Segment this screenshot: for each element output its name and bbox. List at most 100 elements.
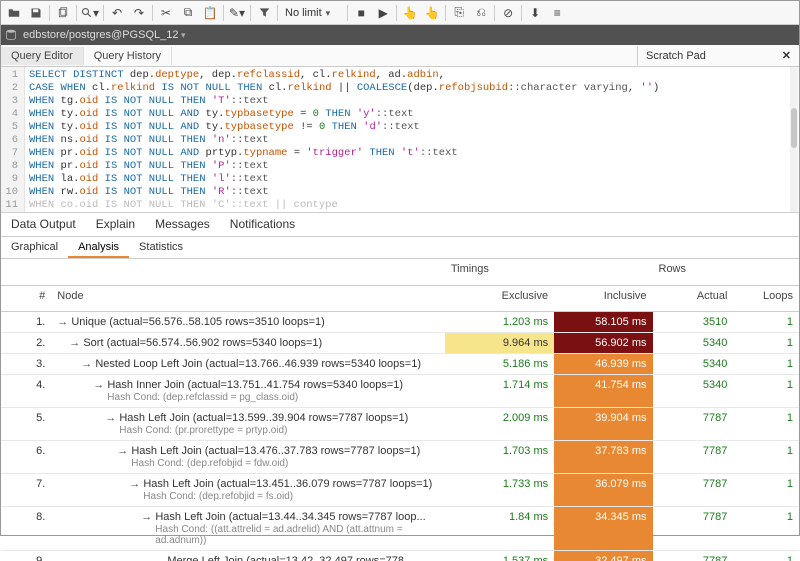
copy2-icon[interactable]: ⧉ (177, 3, 199, 23)
sql-code-area[interactable]: SELECT DISTINCT dep.deptype, dep.refclas… (25, 67, 799, 212)
tab-analysis[interactable]: Analysis (68, 237, 129, 258)
row-node: → Sort (actual=56.574..56.902 rows=5340 … (51, 332, 445, 353)
stop-icon[interactable]: ■ (350, 3, 372, 23)
tab-query-history[interactable]: Query History (84, 47, 172, 65)
row-exclusive: 1.84 ms (445, 506, 554, 550)
result-tabs: Data Output Explain Messages Notificatio… (1, 213, 799, 237)
col-actual: Actual (653, 285, 734, 311)
paste-icon[interactable]: 📋 (199, 3, 221, 23)
redo-icon[interactable]: ↷ (128, 3, 150, 23)
cut-icon[interactable]: ✂ (155, 3, 177, 23)
commit-icon[interactable]: ⎘ (448, 3, 470, 23)
row-exclusive: 5.186 ms (445, 353, 554, 374)
editor-scrollbar[interactable] (790, 67, 798, 212)
line-gutter: 1234567891011 (1, 67, 25, 212)
row-index: 8. (1, 506, 51, 550)
row-actual: 5340 (653, 353, 734, 374)
row-node: → Hash Inner Join (actual=13.751..41.754… (51, 374, 445, 407)
row-inclusive: 56.902 ms (554, 332, 652, 353)
cancel-icon[interactable]: ⊘ (497, 3, 519, 23)
row-index: 9. (1, 550, 51, 561)
row-actual: 7787 (653, 550, 734, 561)
table-row[interactable]: 1.→ Unique (actual=56.576..58.105 rows=3… (1, 311, 799, 332)
tab-query-editor[interactable]: Query Editor (1, 47, 84, 65)
table-row[interactable]: 6.→ Hash Left Join (actual=13.476..37.78… (1, 440, 799, 473)
row-node: → Nested Loop Left Join (actual=13.766..… (51, 353, 445, 374)
explain-analyze-icon[interactable]: 👆 (421, 3, 443, 23)
row-inclusive: 39.904 ms (554, 407, 652, 440)
row-index: 4. (1, 374, 51, 407)
col-node: Node (51, 285, 445, 311)
row-inclusive: 41.754 ms (554, 374, 652, 407)
tab-notifications[interactable]: Notifications (220, 213, 305, 236)
row-inclusive: 46.939 ms (554, 353, 652, 374)
row-actual: 7787 (653, 440, 734, 473)
table-row[interactable]: 8.→ Hash Left Join (actual=13.44..34.345… (1, 506, 799, 550)
save-icon[interactable] (25, 3, 47, 23)
row-node: → Hash Left Join (actual=13.476..37.783 … (51, 440, 445, 473)
filter-icon[interactable] (253, 3, 275, 23)
table-row[interactable]: 2.→ Sort (actual=56.574..56.902 rows=534… (1, 332, 799, 353)
connection-string[interactable]: edbstore/postgres@PGSQL_12 (23, 29, 186, 41)
row-inclusive: 32.497 ms (554, 550, 652, 561)
row-exclusive: 9.964 ms (445, 332, 554, 353)
table-row[interactable]: 9.→ Merge Left Join (actual=13.42..32.49… (1, 550, 799, 561)
row-loops: 1 (733, 374, 799, 407)
macros-icon[interactable]: ≡ (546, 3, 568, 23)
row-index: 3. (1, 353, 51, 374)
row-node: → Hash Left Join (actual=13.44..34.345 r… (51, 506, 445, 550)
close-icon[interactable]: ✕ (782, 49, 791, 62)
row-node: → Unique (actual=56.576..58.105 rows=351… (51, 311, 445, 332)
row-inclusive: 34.345 ms (554, 506, 652, 550)
row-loops: 1 (733, 311, 799, 332)
analysis-table: Timings Rows # Node Exclusive Inclusive … (1, 259, 799, 561)
row-index: 7. (1, 473, 51, 506)
row-inclusive: 37.783 ms (554, 440, 652, 473)
explain-subtabs: Graphical Analysis Statistics (1, 237, 799, 259)
execute-icon[interactable]: ▶ (372, 3, 394, 23)
scratch-pad-title: Scratch Pad (646, 50, 706, 62)
table-row[interactable]: 5.→ Hash Left Join (actual=13.599..39.90… (1, 407, 799, 440)
rollback-icon[interactable]: ⎌ (470, 3, 492, 23)
main-toolbar: ▾ ↶ ↷ ✂ ⧉ 📋 ✎▾ No limit ■ ▶ 👆 👆 ⎘ ⎌ ⊘ ⬇ … (1, 1, 799, 25)
table-row[interactable]: 4.→ Hash Inner Join (actual=13.751..41.7… (1, 374, 799, 407)
col-timings: Timings (445, 259, 653, 285)
limit-select[interactable]: No limit (280, 5, 345, 21)
col-loops: Loops (733, 285, 799, 311)
col-exclusive: Exclusive (445, 285, 554, 311)
tab-data-output[interactable]: Data Output (1, 213, 86, 236)
edit-icon[interactable]: ✎▾ (226, 3, 248, 23)
row-node: → Merge Left Join (actual=13.42..32.497 … (51, 550, 445, 561)
row-exclusive: 1.733 ms (445, 473, 554, 506)
copy-icon[interactable] (52, 3, 74, 23)
row-loops: 1 (733, 473, 799, 506)
sql-editor[interactable]: 1234567891011 SELECT DISTINCT dep.deptyp… (1, 67, 799, 213)
table-row[interactable]: 3.→ Nested Loop Left Join (actual=13.766… (1, 353, 799, 374)
search-icon[interactable]: ▾ (79, 3, 101, 23)
row-actual: 7787 (653, 407, 734, 440)
undo-icon[interactable]: ↶ (106, 3, 128, 23)
download-icon[interactable]: ⬇ (524, 3, 546, 23)
row-exclusive: 2.009 ms (445, 407, 554, 440)
row-node: → Hash Left Join (actual=13.599..39.904 … (51, 407, 445, 440)
open-file-icon[interactable] (3, 3, 25, 23)
tab-explain[interactable]: Explain (86, 213, 145, 236)
row-actual: 5340 (653, 332, 734, 353)
row-loops: 1 (733, 407, 799, 440)
connection-bar: edbstore/postgres@PGSQL_12 (1, 25, 799, 45)
row-loops: 1 (733, 332, 799, 353)
row-loops: 1 (733, 506, 799, 550)
database-icon (5, 29, 17, 41)
scratch-pad-header: Scratch Pad ✕ (637, 46, 799, 65)
row-actual: 3510 (653, 311, 734, 332)
row-index: 6. (1, 440, 51, 473)
table-row[interactable]: 7.→ Hash Left Join (actual=13.451..36.07… (1, 473, 799, 506)
tab-graphical[interactable]: Graphical (1, 237, 68, 258)
tab-messages[interactable]: Messages (145, 213, 220, 236)
explain-icon[interactable]: 👆 (399, 3, 421, 23)
row-index: 2. (1, 332, 51, 353)
row-index: 1. (1, 311, 51, 332)
row-exclusive: 1.203 ms (445, 311, 554, 332)
col-inclusive: Inclusive (554, 285, 652, 311)
tab-statistics[interactable]: Statistics (129, 237, 193, 258)
